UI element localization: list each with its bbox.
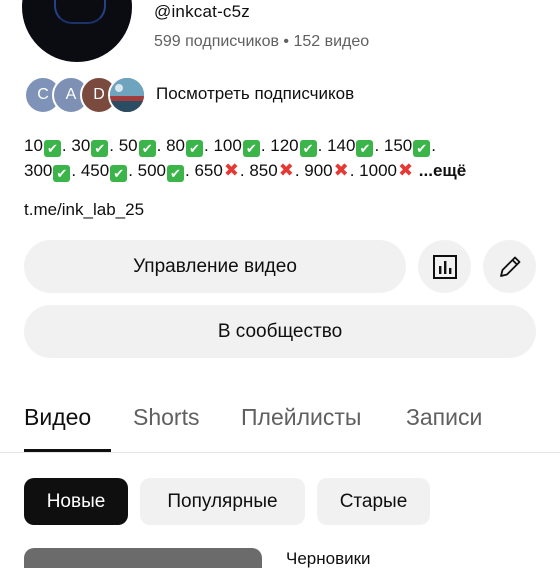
view-subscribers-link[interactable]: Посмотреть подписчиков xyxy=(156,84,354,104)
tab-posts[interactable]: Записи xyxy=(406,404,482,431)
chip-newest[interactable]: Новые xyxy=(24,478,128,525)
milestone-text: 300 xyxy=(24,161,53,180)
milestone-text: . 450 xyxy=(71,161,110,180)
check-mark-icon: ✔ xyxy=(43,140,61,157)
milestone-text: . 150 xyxy=(374,136,413,155)
drafts-label[interactable]: Черновики xyxy=(286,549,371,569)
check-mark-icon: ✔ xyxy=(356,140,374,157)
check-mark-icon: ✔ xyxy=(299,140,317,157)
channel-description[interactable]: 10 ✔. 30 ✔. 50 ✔. 80 ✔. 100 ✔. 120 ✔. 140 ✔. 15… xyxy=(24,133,466,183)
milestone-text: . xyxy=(431,136,436,155)
milestone-text: . 140 xyxy=(317,136,356,155)
milestone-text: . 850 xyxy=(239,161,278,180)
chip-oldest[interactable]: Старые xyxy=(317,478,430,525)
cross-mark-icon: ✖ xyxy=(333,160,349,180)
landscape-avatar-image xyxy=(110,78,144,112)
description-line-2: 300 ✔. 450 ✔. 500 ✔. 650✖. 850✖. 900✖. 1000… xyxy=(24,158,466,183)
milestone-text: . 500 xyxy=(128,161,166,180)
channel-link[interactable]: t.me/ink_lab_25 xyxy=(24,200,144,220)
check-mark-icon: ✔ xyxy=(186,140,203,157)
check-mark-icon: ✔ xyxy=(167,165,184,182)
milestone-text: 10 xyxy=(24,136,43,155)
video-thumbnail[interactable] xyxy=(24,548,262,568)
milestone-text: . 30 xyxy=(61,136,91,155)
check-mark-icon: ✔ xyxy=(110,165,128,182)
community-button[interactable]: В сообщество xyxy=(24,305,536,358)
analytics-button[interactable] xyxy=(418,240,471,293)
channel-avatar[interactable] xyxy=(22,0,132,62)
tab-videos[interactable]: Видео xyxy=(24,404,91,431)
chip-popular[interactable]: Популярные xyxy=(140,478,305,525)
check-mark-icon: ✔ xyxy=(242,140,260,157)
channel-stats: 599 подписчиков • 152 видео xyxy=(154,33,370,50)
description-line-1: 10 ✔. 30 ✔. 50 ✔. 80 ✔. 100 ✔. 120 ✔. 140 ✔. 15… xyxy=(24,133,466,158)
milestone-text: . 50 xyxy=(109,136,138,155)
channel-handle: @inkcat-c5z xyxy=(154,2,250,21)
milestone-text: . 120 xyxy=(260,136,299,155)
milestone-text: . 100 xyxy=(204,136,242,155)
cross-mark-icon: ✖ xyxy=(397,160,414,180)
edit-channel-button[interactable] xyxy=(483,240,536,293)
milestone-text: . 650 xyxy=(185,161,223,180)
tab-playlists[interactable]: Плейлисты xyxy=(241,404,361,431)
milestone-text: . 1000 xyxy=(349,161,397,180)
milestone-text: . 900 xyxy=(294,161,333,180)
manage-videos-button[interactable]: Управление видео xyxy=(24,240,406,293)
analytics-icon xyxy=(432,254,457,279)
check-mark-icon: ✔ xyxy=(53,165,71,182)
pencil-icon xyxy=(499,256,520,277)
subscriber-avatar[interactable] xyxy=(108,76,146,114)
check-mark-icon: ✔ xyxy=(91,140,109,157)
tabs-divider xyxy=(0,452,560,453)
tab-shorts[interactable]: Shorts xyxy=(133,404,199,431)
check-mark-icon: ✔ xyxy=(138,140,156,157)
cross-mark-icon: ✖ xyxy=(278,160,294,180)
show-more-link[interactable]: ...ещё xyxy=(414,161,466,180)
milestone-text: . 80 xyxy=(156,136,185,155)
cross-mark-icon: ✖ xyxy=(223,160,239,180)
check-mark-icon: ✔ xyxy=(413,140,431,157)
active-tab-indicator xyxy=(24,449,111,452)
